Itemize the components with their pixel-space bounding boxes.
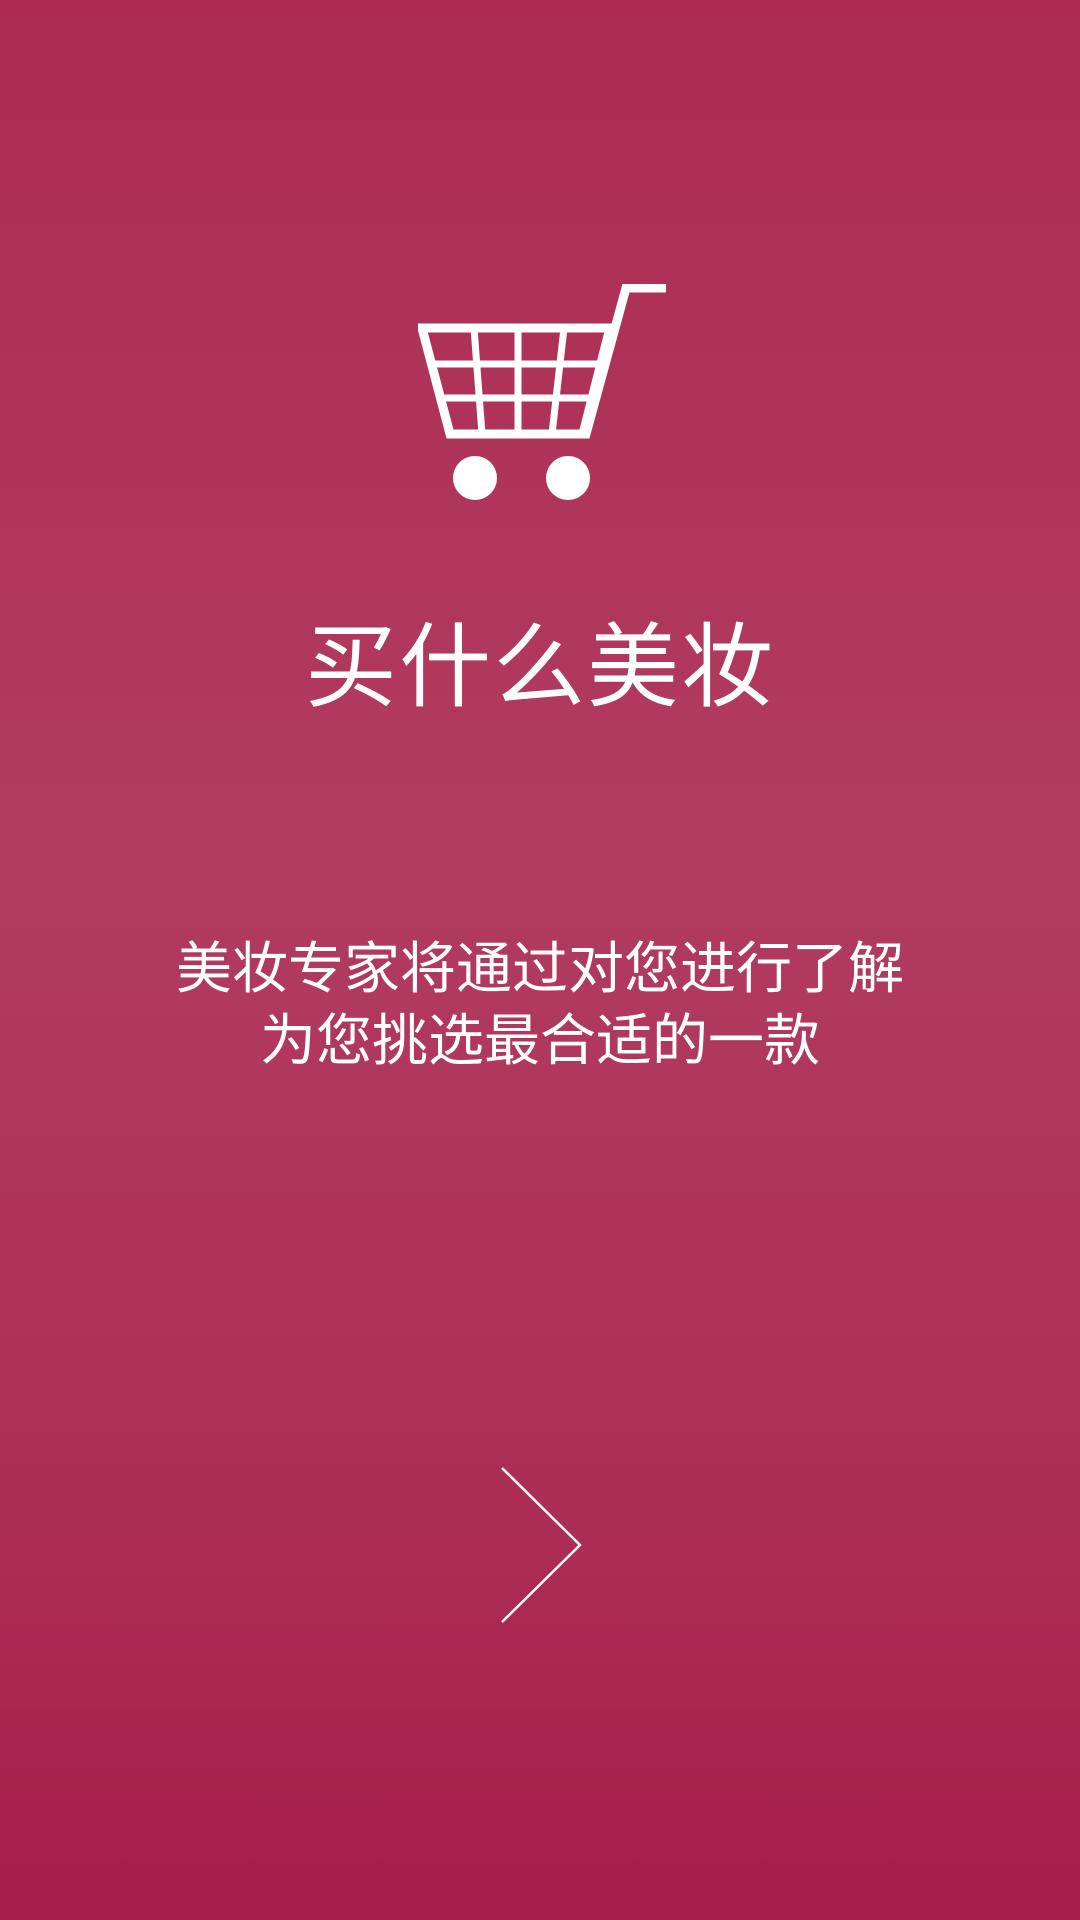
description: 美妆专家将通过对您进行了解 为您挑选最合适的一款 [0, 934, 1080, 1078]
next-button[interactable] [490, 1460, 590, 1630]
shopping-cart-icon [418, 284, 666, 504]
description-line-2: 为您挑选最合适的一款 [260, 1009, 820, 1074]
chevron-right-icon [501, 1467, 582, 1623]
page-title: 买什么美妆 [304, 613, 775, 721]
onboarding-screen: 买什么美妆 美妆专家将通过对您进行了解 为您挑选最合适的一款 [0, 0, 1080, 1920]
description-line-1: 美妆专家将通过对您进行了解 [176, 937, 904, 1002]
